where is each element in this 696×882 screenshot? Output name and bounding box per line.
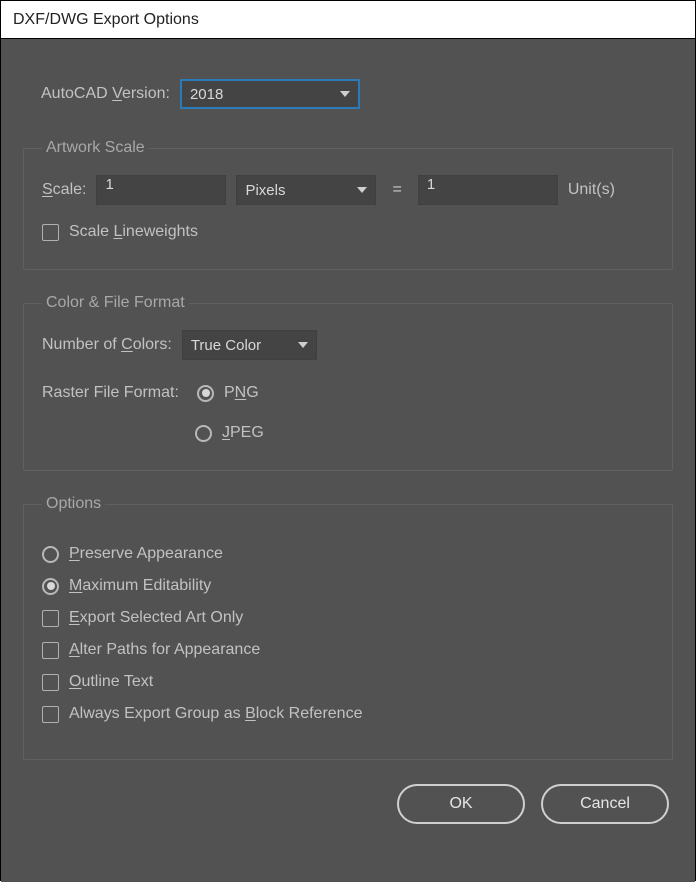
raster-jpeg-radio[interactable]: JPEG	[195, 424, 264, 442]
ok-button[interactable]: OK	[397, 784, 525, 824]
checkbox-icon	[42, 224, 59, 241]
raster-jpeg-label: JPEG	[222, 424, 264, 442]
scale-input[interactable]: 1	[96, 175, 226, 205]
scale-lineweights-label: Scale Lineweights	[69, 223, 198, 241]
number-of-colors-value: True Color	[191, 337, 261, 354]
raster-file-format-label: Raster File Format:	[42, 384, 187, 402]
number-of-colors-label: Number of Colors:	[42, 336, 172, 354]
export-selected-checkbox[interactable]: Export Selected Art Only	[42, 609, 654, 627]
autocad-version-row: AutoCAD Version: 2018	[41, 79, 673, 109]
scale-lineweights-checkbox[interactable]: Scale Lineweights	[42, 223, 654, 241]
export-selected-label: Export Selected Art Only	[69, 609, 243, 627]
number-of-colors-select[interactable]: True Color	[182, 330, 317, 360]
radio-icon	[195, 425, 212, 442]
artwork-scale-legend: Artwork Scale	[42, 139, 149, 157]
checkbox-icon	[42, 674, 59, 691]
raster-png-label: PNG	[224, 384, 259, 402]
dialog-buttons: OK Cancel	[23, 784, 673, 824]
units-input[interactable]: 1	[418, 175, 558, 205]
block-reference-label: Always Export Group as Block Reference	[69, 705, 362, 723]
maximum-editability-label: Maximum Editability	[69, 577, 211, 595]
radio-icon	[42, 546, 59, 563]
scale-unit-select[interactable]: Pixels	[236, 175, 376, 205]
chevron-down-icon	[357, 187, 367, 193]
autocad-version-value: 2018	[190, 86, 223, 103]
cancel-button[interactable]: Cancel	[541, 784, 669, 824]
checkbox-icon	[42, 706, 59, 723]
chevron-down-icon	[340, 91, 350, 97]
units-label: Unit(s)	[568, 181, 615, 199]
preserve-appearance-label: Preserve Appearance	[69, 545, 223, 563]
color-file-format-group: Color & File Format Number of Colors: Tr…	[23, 294, 673, 471]
scale-label: Scale:	[42, 181, 86, 199]
dialog-body: AutoCAD Version: 2018 Artwork Scale Scal…	[1, 39, 695, 882]
checkbox-icon	[42, 642, 59, 659]
scale-unit-value: Pixels	[245, 182, 285, 199]
window-title: DXF/DWG Export Options	[1, 1, 695, 39]
block-reference-checkbox[interactable]: Always Export Group as Block Reference	[42, 705, 654, 723]
autocad-version-label: AutoCAD Version:	[41, 85, 170, 103]
equals-label: =	[386, 181, 407, 199]
artwork-scale-group: Artwork Scale Scale: 1 Pixels = 1 Unit(s…	[23, 139, 673, 270]
raster-png-radio[interactable]: PNG	[197, 384, 259, 402]
outline-text-label: Outline Text	[69, 673, 153, 691]
options-legend: Options	[42, 495, 105, 513]
maximum-editability-radio[interactable]: Maximum Editability	[42, 577, 654, 595]
checkbox-icon	[42, 610, 59, 627]
alter-paths-checkbox[interactable]: Alter Paths for Appearance	[42, 641, 654, 659]
options-group: Options Preserve Appearance Maximum Edit…	[23, 495, 673, 760]
radio-icon	[197, 385, 214, 402]
radio-icon	[42, 578, 59, 595]
chevron-down-icon	[298, 342, 308, 348]
color-file-format-legend: Color & File Format	[42, 294, 189, 312]
preserve-appearance-radio[interactable]: Preserve Appearance	[42, 545, 654, 563]
alter-paths-label: Alter Paths for Appearance	[69, 641, 260, 659]
autocad-version-select[interactable]: 2018	[180, 79, 360, 109]
outline-text-checkbox[interactable]: Outline Text	[42, 673, 654, 691]
